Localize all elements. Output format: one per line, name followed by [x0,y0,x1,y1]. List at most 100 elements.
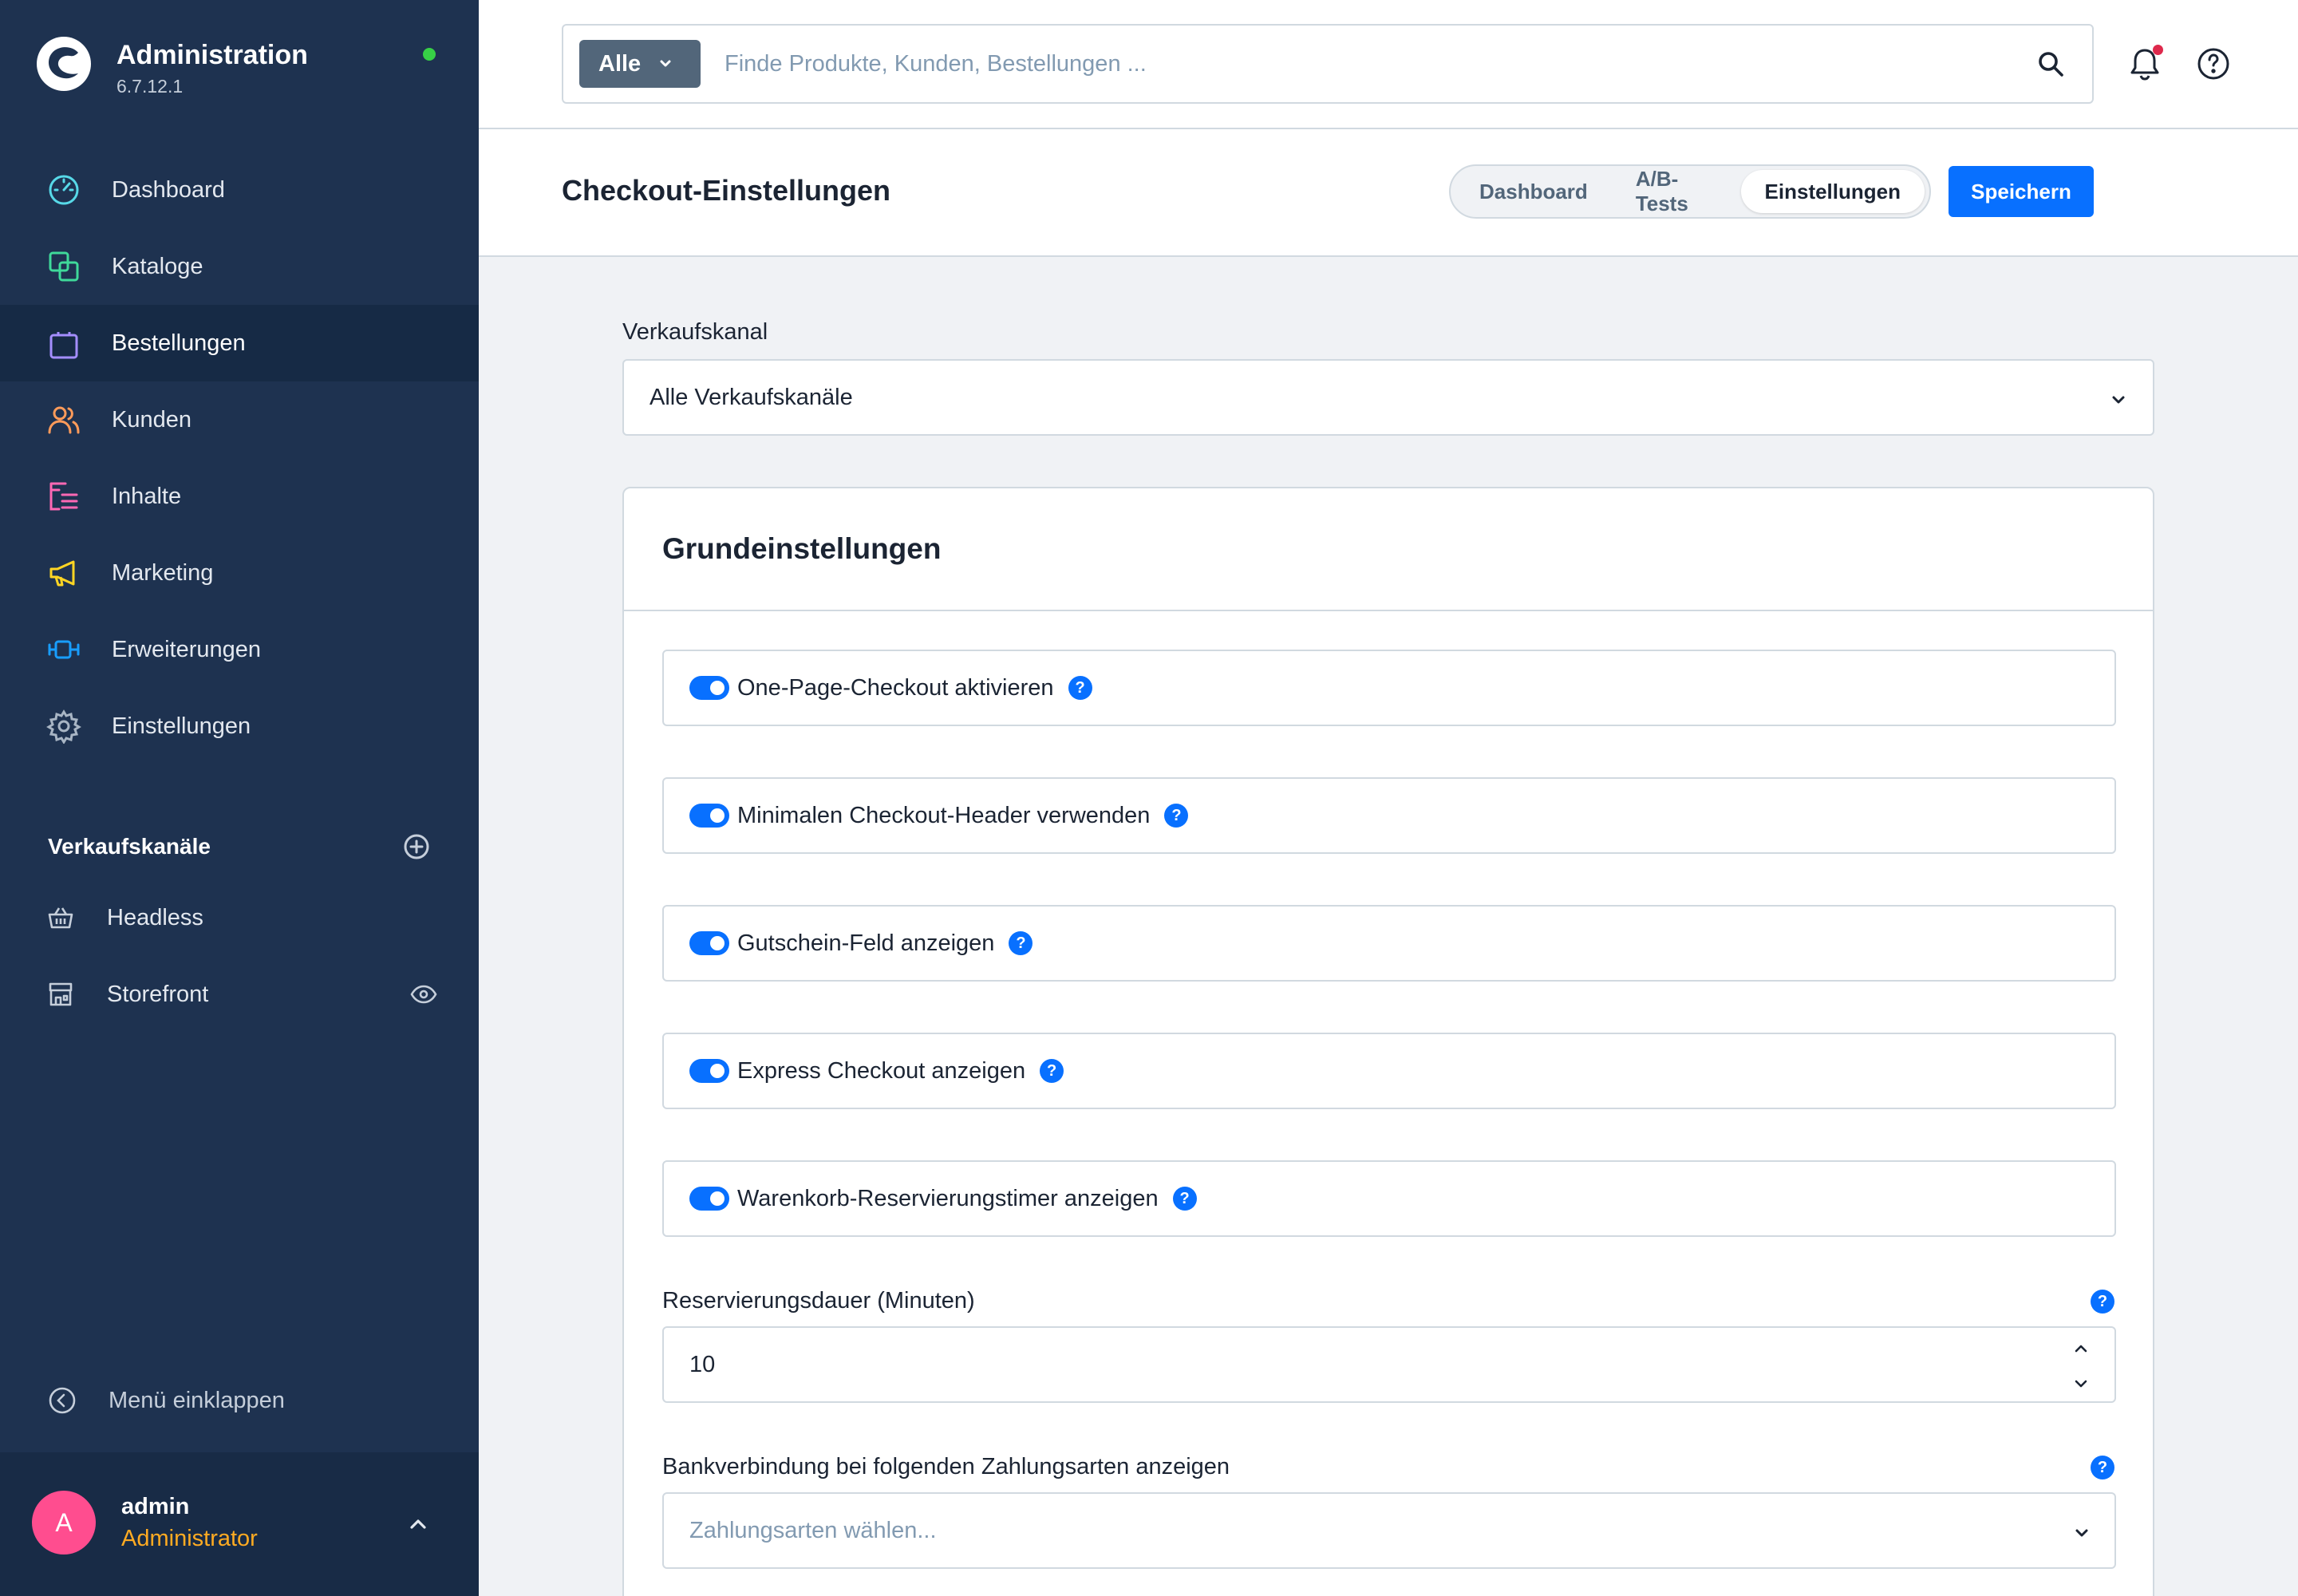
chevron-up-icon[interactable] [2071,1339,2091,1358]
card-title: Grundeinstellungen [662,532,942,565]
minimal-header-switch[interactable] [689,804,729,828]
nav-item-settings[interactable]: Einstellungen [0,688,479,764]
chevron-down-icon[interactable] [2071,1374,2091,1393]
app-title: Administration [116,40,308,70]
sales-channel-label: Storefront [107,981,209,1007]
help-tooltip-icon[interactable]: ? [2091,1456,2114,1479]
sales-channel-value: Alle Verkaufskanäle [650,384,853,410]
nav-label: Kunden [112,406,192,433]
basic-settings-card: Grundeinstellungen One-Page-Checkout akt… [622,487,2154,1596]
megaphone-icon [49,560,75,587]
tab-settings[interactable]: Einstellungen [1740,170,1925,213]
nav-label: Marketing [112,559,214,586]
help-icon[interactable] [2196,46,2231,81]
collapse-menu-button[interactable]: Menü einklappen [48,1381,285,1420]
sales-channel-headless[interactable]: Headless [46,894,437,942]
chevron-down-icon [660,60,671,67]
search-type-dropdown[interactable]: Alle [579,40,701,88]
sales-channel-storefront[interactable]: Storefront [46,970,437,1018]
main-nav: Dashboard Kataloge Bestellungen Kunden I… [0,152,479,764]
toggle-label: One-Page-Checkout aktivieren [737,674,1054,701]
nav-label: Erweiterungen [112,636,261,662]
collapse-menu-label: Menü einklappen [109,1387,285,1413]
avatar: A [32,1491,96,1555]
eye-icon[interactable] [410,981,437,1008]
payment-methods-select[interactable]: Zahlungsarten wählen... [662,1492,2116,1569]
payment-methods-placeholder: Zahlungsarten wählen... [689,1517,937,1543]
toggle-row-voucher-field: Gutschein-Feld anzeigen ? [662,905,2116,982]
help-tooltip-icon[interactable]: ? [1068,676,1092,700]
nav-item-marketing[interactable]: Marketing [0,535,479,611]
plug-icon [48,640,80,659]
search-input[interactable] [725,50,1969,77]
voucher-field-switch[interactable] [689,931,729,955]
chevron-down-icon [2112,396,2125,404]
shopware-logo-icon [37,37,91,91]
nav-item-customers[interactable]: Kunden [0,381,479,458]
nav-label: Einstellungen [112,713,251,739]
one-page-checkout-switch[interactable] [689,676,729,700]
express-checkout-switch[interactable] [689,1059,729,1083]
number-stepper [2071,1339,2091,1393]
chevron-up-icon[interactable] [404,1510,432,1539]
sales-channels-header: Verkaufskanäle [48,827,431,867]
basket-icon [48,907,73,929]
toggle-row-express-checkout: Express Checkout anzeigen ? [662,1033,2116,1109]
bank-details-label: Bankverbindung bei folgenden Zahlungsart… [662,1454,1230,1479]
help-tooltip-icon[interactable]: ? [1172,1187,1197,1211]
toggle-label: Express Checkout anzeigen [737,1057,1026,1084]
smart-bar: Checkout-Einstellungen Dashboard A/B-Tes… [479,129,2298,257]
content-icon [49,482,78,511]
nav-item-content[interactable]: Inhalte [0,458,479,535]
card-header: Grundeinstellungen [624,488,2153,611]
reservation-timer-switch[interactable] [689,1187,729,1211]
reservation-duration-label: Reservierungsdauer (Minuten) [662,1288,975,1314]
chevron-down-icon [2075,1529,2088,1537]
notification-badge [2153,45,2163,55]
page-title: Checkout-Einstellungen [562,174,891,207]
nav-label: Kataloge [112,253,203,279]
gear-icon [46,709,81,744]
nav-label: Dashboard [112,176,225,203]
user-menu[interactable]: A admin Administrator [0,1452,479,1596]
help-tooltip-icon[interactable]: ? [1164,804,1189,828]
sales-channel-select[interactable]: Alle Verkaufskanäle [622,359,2154,436]
brand: Administration 6.7.12.1 [35,35,308,97]
storefront-icon [49,982,73,1006]
tab-ab-tests[interactable]: A/B-Tests [1612,167,1741,215]
toggle-row-minimal-header: Minimalen Checkout-Header verwenden ? [662,777,2116,854]
gauge-icon [49,175,79,205]
sales-channel-label: Headless [107,904,203,930]
help-tooltip-icon[interactable]: ? [1040,1059,1064,1083]
toggle-row-one-page-checkout: One-Page-Checkout aktivieren ? [662,650,2116,726]
status-indicator [423,48,436,61]
view-tabs: Dashboard A/B-Tests Einstellungen [1449,164,1931,219]
save-button[interactable]: Speichern [1949,166,2094,217]
nav-item-orders[interactable]: Bestellungen [0,305,479,381]
user-role: Administrator [121,1526,258,1551]
toggle-label: Warenkorb-Reservierungstimer anzeigen [737,1185,1159,1211]
sales-channel-label: Verkaufskanal [622,319,768,345]
nav-label: Bestellungen [112,330,246,356]
toggle-label: Gutschein-Feld anzeigen [737,930,995,956]
search-icon[interactable] [2035,48,2067,80]
reservation-duration-input[interactable] [689,1351,1966,1378]
user-name: admin [121,1494,190,1519]
catalog-icon [49,251,79,282]
sidebar: Administration 6.7.12.1 Dashboard Katalo… [0,0,479,1596]
search-type-label: Alle [598,50,642,77]
help-tooltip-icon[interactable]: ? [2091,1290,2114,1314]
add-sales-channel-icon[interactable] [402,832,431,861]
nav-item-catalogs[interactable]: Kataloge [0,228,479,305]
app-version: 6.7.12.1 [116,76,184,97]
tab-dashboard[interactable]: Dashboard [1455,170,1612,213]
toggle-row-reservation-timer: Warenkorb-Reservierungstimer anzeigen ? [662,1160,2116,1237]
top-bar: Alle [479,0,2298,129]
users-icon [48,406,80,434]
nav-item-dashboard[interactable]: Dashboard [0,152,479,228]
nav-label: Inhalte [112,483,182,509]
help-tooltip-icon[interactable]: ? [1009,931,1033,955]
chevron-left-circle-icon [49,1387,76,1414]
global-search: Alle [562,24,2094,104]
nav-item-extensions[interactable]: Erweiterungen [0,611,479,688]
